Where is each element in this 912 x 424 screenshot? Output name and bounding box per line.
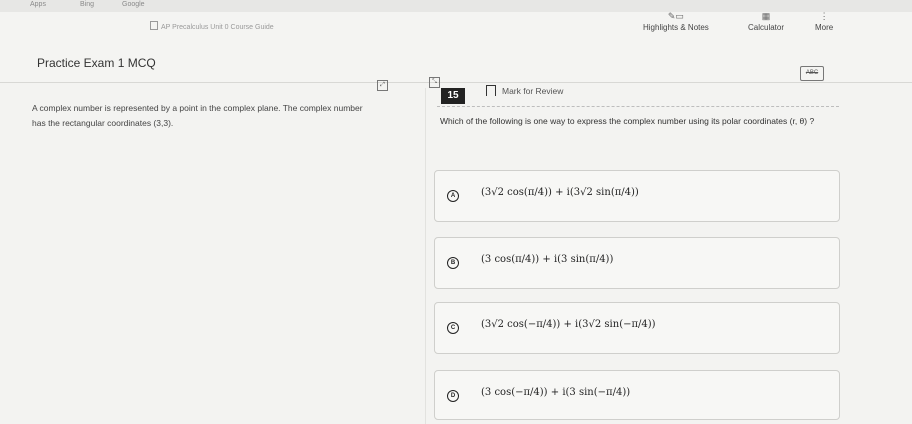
- question-header-rule: [437, 106, 839, 108]
- stimulus-text: A complex number is represented by a poi…: [32, 103, 363, 128]
- pane-divider[interactable]: [425, 88, 426, 424]
- more-vertical-icon: ⋮: [819, 11, 829, 21]
- choice-c[interactable]: C (3√2 cos(−π/4)) + i(3√2 sin(−π/4)): [434, 302, 840, 354]
- strikethrough-abc-icon[interactable]: ABC: [800, 66, 824, 81]
- choice-b[interactable]: B (3 cos(π/4)) + i(3 sin(π/4)): [434, 237, 840, 289]
- choice-d[interactable]: D (3 cos(−π/4)) + i(3 sin(−π/4)): [434, 370, 840, 420]
- choice-d-text: (3 cos(−π/4)) + i(3 sin(−π/4)): [481, 387, 631, 398]
- exam-header: AP Precalculus Unit 0 Course Guide Pract…: [0, 12, 912, 83]
- document-icon: [150, 21, 158, 30]
- exam-title: Practice Exam 1 MCQ: [37, 56, 156, 70]
- question-prompt: Which of the following is one way to exp…: [440, 116, 815, 126]
- course-guide-link[interactable]: AP Precalculus Unit 0 Course Guide: [150, 21, 274, 31]
- choice-a[interactable]: A (3√2 cos(π/4)) + i(3√2 sin(π/4)): [434, 170, 840, 222]
- more-button[interactable]: ⋮ More: [815, 11, 833, 33]
- stimulus-pane: A complex number is represented by a poi…: [0, 83, 420, 424]
- pen-note-icon: ✎▭: [667, 11, 684, 21]
- choice-b-letter: B: [447, 257, 459, 269]
- calculator-icon: ▦: [761, 11, 771, 21]
- choice-a-text: (3√2 cos(π/4)) + i(3√2 sin(π/4)): [481, 187, 639, 198]
- choice-b-text: (3 cos(π/4)) + i(3 sin(π/4)): [481, 254, 614, 265]
- bookmark-bing[interactable]: Bing: [80, 1, 94, 8]
- bookmark-google[interactable]: Google: [122, 1, 145, 8]
- bookmark-icon: [486, 85, 496, 96]
- question-number: 15: [441, 88, 465, 104]
- choice-c-letter: C: [447, 322, 459, 334]
- calculator-button[interactable]: ▦ Calculator: [748, 11, 784, 33]
- browser-bookmarks-bar: Apps Bing Google: [0, 0, 912, 12]
- highlights-notes-button[interactable]: ✎▭ Highlights & Notes: [643, 11, 709, 33]
- expand-left-pane-icon[interactable]: ⤢: [377, 80, 388, 91]
- choice-d-letter: D: [447, 390, 459, 402]
- expand-right-pane-icon[interactable]: ⤡: [429, 77, 440, 88]
- mark-for-review-toggle[interactable]: Mark for Review: [486, 85, 563, 96]
- choice-a-letter: A: [447, 190, 459, 202]
- bookmark-apps[interactable]: Apps: [30, 1, 46, 8]
- choice-c-text: (3√2 cos(−π/4)) + i(3√2 sin(−π/4)): [481, 319, 656, 330]
